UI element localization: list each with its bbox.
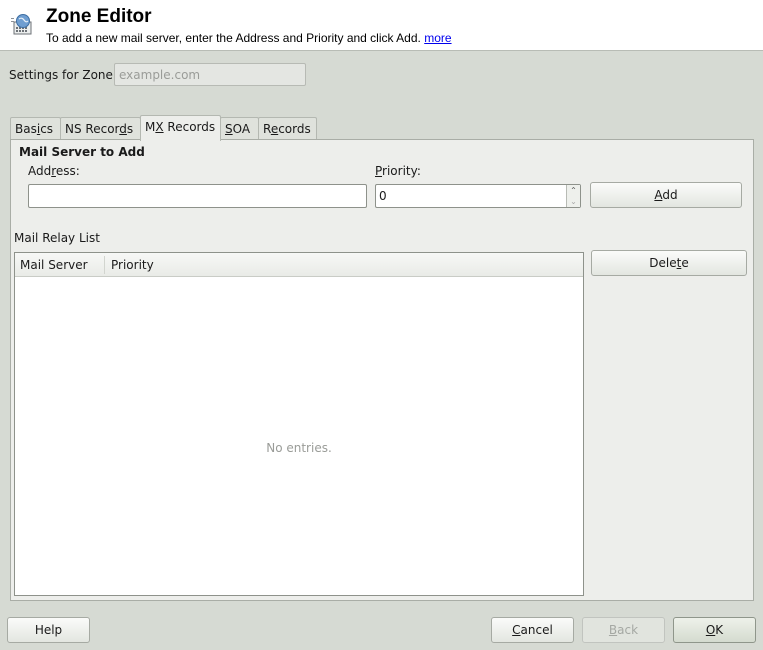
column-mail-server[interactable]: Mail Server <box>20 258 88 272</box>
spin-buttons: ⌃ ⌄ <box>566 185 580 207</box>
column-separator[interactable] <box>104 256 105 274</box>
priority-value[interactable]: 0 <box>379 189 387 203</box>
dialog-description: To add a new mail server, enter the Addr… <box>46 31 452 45</box>
help-button[interactable]: Help <box>7 617 90 643</box>
tab-records[interactable]: Records <box>258 117 317 141</box>
description-text: To add a new mail server, enter the Addr… <box>46 31 421 45</box>
delete-button[interactable]: Delete <box>591 250 747 276</box>
empty-message: No entries. <box>266 441 332 455</box>
priority-spinbox[interactable]: 0 ⌃ ⌄ <box>375 184 581 208</box>
mail-relay-list-label: Mail Relay List <box>14 231 100 245</box>
address-label: Address: <box>28 164 80 178</box>
tab-basics[interactable]: Basics <box>10 117 61 141</box>
mail-relay-table[interactable]: Mail Server Priority No entries. <box>14 252 584 596</box>
add-button[interactable]: Add <box>590 182 742 208</box>
dialog-title: Zone Editor <box>46 6 152 27</box>
zone-label: Settings for Zone <box>9 68 113 82</box>
tab-soa[interactable]: SOA <box>220 117 259 141</box>
tab-mx-records[interactable]: MX Records <box>140 115 221 141</box>
more-link[interactable]: more <box>424 31 451 45</box>
zone-field[interactable] <box>114 63 306 86</box>
spin-down-icon[interactable]: ⌄ <box>567 196 580 207</box>
zone-editor-globe-icon <box>10 12 34 36</box>
address-input[interactable] <box>28 184 367 208</box>
priority-label: Priority: <box>375 164 421 178</box>
tab-ns-records[interactable]: NS Records <box>60 117 141 141</box>
dialog-header: Zone Editor To add a new mail server, en… <box>0 0 763 51</box>
ok-button[interactable]: OK <box>673 617 756 643</box>
cancel-button[interactable]: Cancel <box>491 617 574 643</box>
table-header: Mail Server Priority <box>15 253 583 277</box>
mail-server-to-add-heading: Mail Server to Add <box>19 145 145 159</box>
back-button[interactable]: Back <box>582 617 665 643</box>
column-priority[interactable]: Priority <box>111 258 154 272</box>
spin-up-icon[interactable]: ⌃ <box>567 185 580 196</box>
